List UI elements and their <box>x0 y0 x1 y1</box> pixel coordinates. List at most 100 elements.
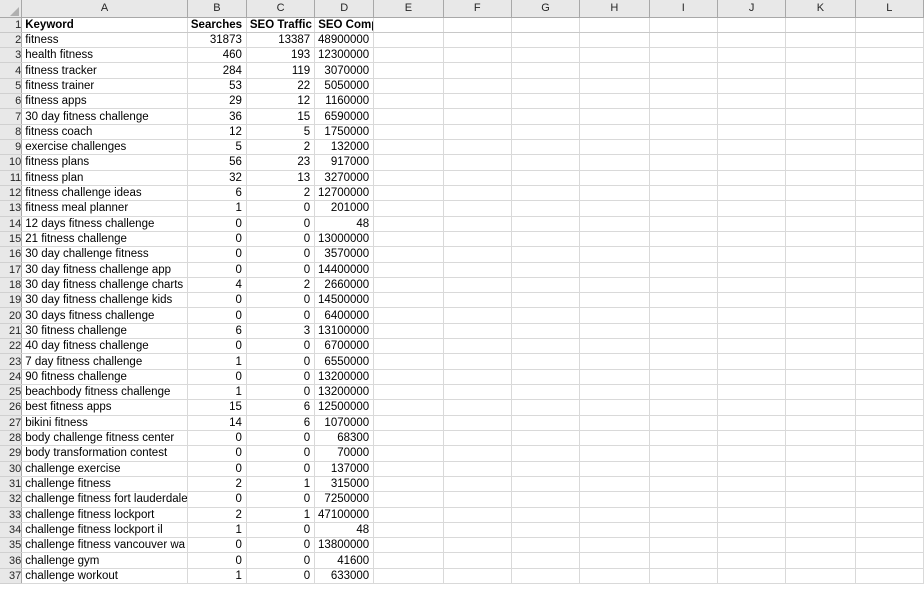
cell-L24[interactable] <box>855 369 924 386</box>
cell-E20[interactable] <box>373 307 444 324</box>
cell-D23[interactable]: 6550000 <box>314 353 375 370</box>
cell-A34[interactable]: challenge fitness lockport il <box>21 522 188 539</box>
select-all-corner[interactable] <box>0 0 23 18</box>
cell-H16[interactable] <box>579 246 650 263</box>
cell-A32[interactable]: challenge fitness fort lauderdale <box>21 491 188 508</box>
cell-B5[interactable]: 53 <box>187 78 247 95</box>
cell-L11[interactable] <box>855 170 924 186</box>
cell-I30[interactable] <box>649 461 718 477</box>
cell-C16[interactable]: 0 <box>246 246 316 263</box>
cell-A18[interactable]: 30 day fitness challenge charts <box>21 277 188 294</box>
cell-I24[interactable] <box>649 369 718 386</box>
cell-C10[interactable]: 23 <box>246 154 316 171</box>
cell-L23[interactable] <box>855 353 924 370</box>
cell-I18[interactable] <box>649 277 718 294</box>
cell-D17[interactable]: 14400000 <box>314 262 375 278</box>
cell-K6[interactable] <box>785 93 856 110</box>
row-header-9[interactable]: 9 <box>0 139 23 156</box>
cell-C36[interactable]: 0 <box>246 552 316 569</box>
cell-I37[interactable] <box>649 568 718 585</box>
cell-E22[interactable] <box>373 338 444 355</box>
cell-D6[interactable]: 1160000 <box>314 93 375 110</box>
cell-K19[interactable] <box>785 292 856 309</box>
cell-B34[interactable]: 1 <box>187 522 247 539</box>
cell-E5[interactable] <box>373 78 444 95</box>
cell-E28[interactable] <box>373 430 444 447</box>
cell-J20[interactable] <box>717 307 787 324</box>
cell-H30[interactable] <box>579 461 650 477</box>
cell-K34[interactable] <box>785 522 856 539</box>
cell-E10[interactable] <box>373 154 444 171</box>
cell-E17[interactable] <box>373 262 444 278</box>
cell-B2[interactable]: 31873 <box>187 32 247 49</box>
cell-A21[interactable]: 30 fitness challenge <box>21 323 188 340</box>
row-header-33[interactable]: 33 <box>0 507 23 523</box>
cell-H34[interactable] <box>579 522 650 539</box>
cell-L27[interactable] <box>855 415 924 431</box>
cell-H12[interactable] <box>579 185 650 202</box>
cell-A14[interactable]: 12 days fitness challenge <box>21 216 188 232</box>
cell-E31[interactable] <box>373 476 444 493</box>
cell-F14[interactable] <box>443 216 512 232</box>
cell-A37[interactable]: challenge workout <box>21 568 188 585</box>
cell-D11[interactable]: 3270000 <box>314 170 375 186</box>
cell-G19[interactable] <box>511 292 581 309</box>
row-header-6[interactable]: 6 <box>0 93 23 110</box>
cell-C3[interactable]: 193 <box>246 47 316 64</box>
table-row[interactable]: 32 challenge fitness fort lauderdale 0 0 725… <box>0 491 924 508</box>
row-header-32[interactable]: 32 <box>0 491 23 508</box>
cell-L9[interactable] <box>855 139 924 156</box>
cell-B16[interactable]: 0 <box>187 246 247 263</box>
column-header-g[interactable]: G <box>511 0 581 18</box>
table-row[interactable]: 28 body challenge fitness center 0 0 68300 <box>0 430 924 447</box>
cell-G13[interactable] <box>511 200 581 217</box>
cell-K3[interactable] <box>785 47 856 64</box>
cell-A27[interactable]: bikini fitness <box>21 415 188 431</box>
cell-G10[interactable] <box>511 154 581 171</box>
cell-F32[interactable] <box>443 491 512 508</box>
cell-H15[interactable] <box>579 231 650 248</box>
cell-D26[interactable]: 12500000 <box>314 399 375 416</box>
cell-B15[interactable]: 0 <box>187 231 247 248</box>
cell-I8[interactable] <box>649 124 718 141</box>
cell-F8[interactable] <box>443 124 512 141</box>
cell-K12[interactable] <box>785 185 856 202</box>
cell-F23[interactable] <box>443 353 512 370</box>
row-header-24[interactable]: 24 <box>0 369 23 386</box>
cell-D22[interactable]: 6700000 <box>314 338 375 355</box>
table-row[interactable]: 20 30 days fitness challenge 0 0 6400000 <box>0 307 924 324</box>
cell-F20[interactable] <box>443 307 512 324</box>
cell-J7[interactable] <box>717 108 787 125</box>
cell-B12[interactable]: 6 <box>187 185 247 202</box>
row-header-4[interactable]: 4 <box>0 62 23 79</box>
cell-H19[interactable] <box>579 292 650 309</box>
cell-C18[interactable]: 2 <box>246 277 316 294</box>
cell-G34[interactable] <box>511 522 581 539</box>
cell-K36[interactable] <box>785 552 856 569</box>
table-row[interactable]: 17 30 day fitness challenge app 0 0 14400000 <box>0 262 924 278</box>
table-row[interactable]: 19 30 day fitness challenge kids 0 0 1450000… <box>0 292 924 309</box>
spreadsheet-grid[interactable]: ABCDEFGHIJKL 1 Keyword Searches SEO Traffic… <box>0 0 924 595</box>
cell-F9[interactable] <box>443 139 512 156</box>
cell-K29[interactable] <box>785 445 856 462</box>
cell-B11[interactable]: 32 <box>187 170 247 186</box>
table-row[interactable]: 27 bikini fitness 14 6 1070000 <box>0 415 924 431</box>
cell-G2[interactable] <box>511 32 581 49</box>
cell-L20[interactable] <box>855 307 924 324</box>
table-row[interactable]: 11 fitness plan 32 13 3270000 <box>0 170 924 186</box>
cell-G20[interactable] <box>511 307 581 324</box>
cell-G16[interactable] <box>511 246 581 263</box>
cell-C20[interactable]: 0 <box>246 307 316 324</box>
cell-F31[interactable] <box>443 476 512 493</box>
cell-I16[interactable] <box>649 246 718 263</box>
cell-F33[interactable] <box>443 507 512 523</box>
cell-F6[interactable] <box>443 93 512 110</box>
cell-D20[interactable]: 6400000 <box>314 307 375 324</box>
cell-L31[interactable] <box>855 476 924 493</box>
cell-K16[interactable] <box>785 246 856 263</box>
cell-J8[interactable] <box>717 124 787 141</box>
cell-C24[interactable]: 0 <box>246 369 316 386</box>
cell-B32[interactable]: 0 <box>187 491 247 508</box>
cell-J28[interactable] <box>717 430 787 447</box>
row-header-18[interactable]: 18 <box>0 277 23 294</box>
